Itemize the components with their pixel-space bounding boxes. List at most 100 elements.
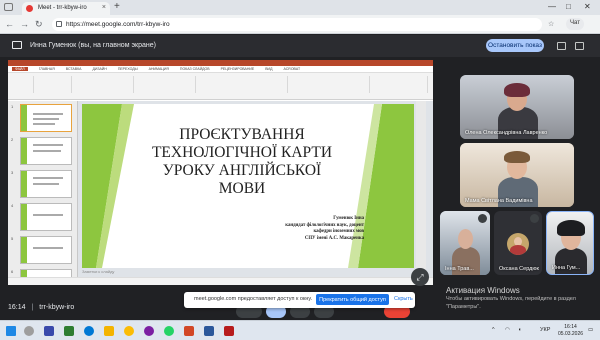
tab-close-icon[interactable]: × <box>102 4 106 11</box>
stop-sharing-button[interactable]: Прекратить общий доступ <box>316 294 389 305</box>
new-tab-button[interactable]: + <box>114 1 120 12</box>
ribbon-drawing-group[interactable] <box>198 76 288 93</box>
acrobat-icon[interactable] <box>224 326 234 336</box>
windows-taskbar: ^ ◠ ◖ УКР 16:14 05.03.2026 ▭ <box>0 320 600 340</box>
browser-tab-meet[interactable]: Meet - trr-kbyw-iro × <box>22 2 110 15</box>
menu-acrobat[interactable]: ACROBAT <box>283 67 300 71</box>
slide-thumbnails-pane: 1 2 3 4 5 6 <box>8 101 78 285</box>
participant-tile-self[interactable]: Инна Гум... <box>546 211 594 275</box>
menu-transitions[interactable]: ПЕРЕХОДЫ <box>118 67 138 71</box>
tray-overflow-icon[interactable]: ^ <box>492 327 495 333</box>
activation-title: Активация Windows <box>446 286 520 295</box>
main-slide[interactable]: ПРОЄКТУВАННЯ ТЕХНОЛОГІЧНОЇ КАРТИ УРОКУ А… <box>82 104 414 268</box>
site-info-icon[interactable] <box>56 21 62 27</box>
meeting-time: 16:14 <box>8 304 26 311</box>
forward-button[interactable]: → <box>20 19 29 29</box>
meeting-code: trr-kbyw-iro <box>39 304 75 311</box>
hide-notification-button[interactable]: Скрыть <box>394 296 413 302</box>
minimize-button[interactable]: — <box>548 2 556 11</box>
thumb-number: 3 <box>11 170 14 175</box>
tab-title: Meet - trr-kbyw-iro <box>38 5 87 11</box>
mic-off-icon <box>478 214 487 223</box>
chat-button[interactable]: Чат <box>566 18 584 30</box>
recording-indicator-icon <box>26 5 33 12</box>
expand-icon[interactable]: ⤢ <box>411 268 429 286</box>
powerpoint-menu: ФАЙЛ ГЛАВНАЯ ВСТАВКА ДИЗАЙН ПЕРЕХОДЫ АНИ… <box>8 66 433 73</box>
start-icon[interactable] <box>6 326 16 336</box>
edge-icon[interactable] <box>84 326 94 336</box>
separator: | <box>31 304 34 311</box>
excel-icon[interactable] <box>64 326 74 336</box>
thumb-number: 1 <box>11 104 14 109</box>
fullscreen-icon[interactable] <box>575 42 584 50</box>
back-button[interactable]: ← <box>5 19 14 29</box>
menu-animation[interactable]: АНИМАЦИЯ <box>149 67 169 71</box>
slide-thumbnail[interactable] <box>20 104 72 132</box>
word-icon[interactable] <box>204 326 214 336</box>
participant-tile[interactable]: Оксана Сердюк <box>494 211 542 275</box>
ribbon-font-group[interactable] <box>74 76 134 93</box>
slide-thumbnail[interactable] <box>20 137 72 165</box>
shared-powerpoint-window: ФАЙЛ ГЛАВНАЯ ВСТАВКА ДИЗАЙН ПЕРЕХОДЫ АНИ… <box>8 60 433 285</box>
volume-icon[interactable]: ◖ <box>518 327 521 333</box>
search-icon[interactable] <box>24 326 34 336</box>
participant-avatar <box>507 233 529 255</box>
menu-view[interactable]: ВИД <box>265 67 272 71</box>
slide-author-block: Гуменюк Інна кандидат філологічних наук,… <box>285 216 364 242</box>
thumb-number: 5 <box>11 236 14 241</box>
file-explorer-icon[interactable] <box>104 326 114 336</box>
whatsapp-icon[interactable] <box>164 326 174 336</box>
language-indicator[interactable]: УКР <box>540 327 550 333</box>
screen-share-notification: meet.google.com предоставляет доступ к о… <box>184 292 415 308</box>
menu-home[interactable]: ГЛАВНАЯ <box>39 67 55 71</box>
powerpoint-icon[interactable] <box>184 326 194 336</box>
close-window-button[interactable]: ✕ <box>584 2 591 11</box>
clock[interactable]: 16:14 05.03.2026 <box>558 324 583 337</box>
share-notification-text: meet.google.com предоставляет доступ к о… <box>194 296 313 302</box>
participant-name: Оксана Сердюк <box>499 266 539 272</box>
menu-design[interactable]: ДИЗАЙН <box>92 67 106 71</box>
slide-notes-placeholder[interactable]: Заметки к слайду <box>82 269 114 274</box>
menu-file[interactable]: ФАЙЛ <box>12 67 28 71</box>
url-field[interactable]: https://meet.google.com/trr-kbyw-iro <box>52 18 542 31</box>
windows-activation-watermark: Активация Windows Чтобы активировать Win… <box>446 286 576 311</box>
notifications-icon[interactable]: ▭ <box>588 327 593 333</box>
participant-name: Олена Олександрівна Лавренко <box>465 130 548 136</box>
participant-tile[interactable]: Інна Трав... <box>440 211 490 275</box>
ribbon-paste-group[interactable] <box>10 76 34 93</box>
chrome-icon[interactable] <box>124 326 134 336</box>
ribbon-paragraph-group[interactable] <box>136 76 196 93</box>
chat-label: Чат <box>570 20 580 26</box>
participant-tile[interactable]: Олена Олександрівна Лавренко <box>460 75 574 139</box>
maximize-button[interactable]: □ <box>566 2 571 11</box>
address-bar-row: ← → ↻ https://meet.google.com/trr-kbyw-i… <box>0 15 600 34</box>
menu-review[interactable]: РЕЦЕНЗИРОВАНИЕ <box>221 67 255 71</box>
activation-line2: "Параметры". <box>446 304 481 310</box>
stop-showing-button[interactable]: Остановить показ <box>486 39 544 52</box>
slide-thumbnail[interactable] <box>20 203 72 231</box>
ribbon-shapes-group[interactable] <box>290 76 370 93</box>
activation-line1: Чтобы активировать Windows, перейдите в … <box>446 296 576 302</box>
participant-name: Мама Світлана Вадимівна <box>465 198 533 204</box>
slide-scrollbar[interactable] <box>416 101 426 269</box>
slide-thumbnail[interactable] <box>20 170 72 198</box>
presenter-text: Инна Гуменюк (вы, на главном экране) <box>30 42 156 49</box>
powerpoint-status-bar <box>8 277 433 285</box>
thumb-number: 2 <box>11 137 14 142</box>
presentation-bar: Инна Гуменюк (вы, на главном экране) Ост… <box>0 35 600 57</box>
layout-icon[interactable] <box>557 42 566 50</box>
bookmark-star-icon[interactable]: ☆ <box>548 20 554 28</box>
tab-search-icon[interactable] <box>4 3 13 11</box>
network-icon[interactable]: ◠ <box>505 327 510 333</box>
menu-slideshow[interactable]: ПОКАЗ СЛАЙДОВ <box>180 67 210 71</box>
task-view-icon[interactable] <box>44 326 54 336</box>
ribbon-editing-group[interactable] <box>372 76 428 93</box>
reload-button[interactable]: ↻ <box>35 19 43 30</box>
participant-name: Інна Трав... <box>445 266 474 272</box>
slide-thumbnail[interactable] <box>20 236 72 264</box>
menu-insert[interactable]: ВСТАВКА <box>66 67 82 71</box>
ribbon-slides-group[interactable] <box>36 76 72 93</box>
viber-icon[interactable] <box>144 326 154 336</box>
participant-tile[interactable]: Мама Світлана Вадимівна <box>460 143 574 207</box>
browser-tab-bar: Meet - trr-kbyw-iro × + — □ ✕ <box>0 0 600 15</box>
